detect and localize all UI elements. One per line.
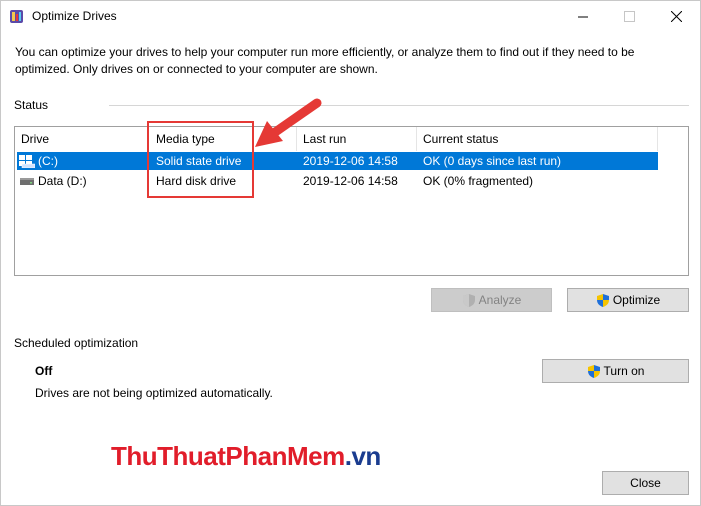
status-section-label: Status (14, 98, 49, 112)
column-header-drive[interactable]: Drive (15, 127, 148, 151)
scheduled-section-label: Scheduled optimization (14, 336, 139, 350)
drive-name: (C:) (38, 154, 58, 168)
turn-on-button[interactable]: Turn on (542, 359, 689, 383)
windows-drive-icon (19, 155, 35, 168)
schedule-state: Off (35, 364, 53, 378)
watermark-part: Thuat (157, 441, 226, 471)
shield-icon (587, 364, 600, 378)
last-run: 2019-12-06 14:58 (303, 154, 398, 168)
column-header-current-status[interactable]: Current status (417, 127, 658, 151)
hard-disk-icon (20, 178, 34, 185)
optimize-drives-app-icon (10, 10, 23, 23)
close-window-button[interactable] (653, 1, 699, 32)
watermark: ThuThuatPhanMem.vn (111, 441, 381, 472)
title-bar: Optimize Drives (1, 1, 700, 32)
current-status: OK (0% fragmented) (423, 174, 534, 188)
watermark-part: .vn (344, 441, 382, 471)
close-button-label: Close (630, 476, 661, 490)
optimize-button[interactable]: Optimize (567, 288, 689, 312)
window-title: Optimize Drives (32, 9, 117, 23)
optimize-drives-window: Optimize Drives You can optimize your dr… (0, 0, 701, 506)
status-divider (109, 105, 689, 106)
close-button[interactable]: Close (602, 471, 689, 495)
schedule-description: Drives are not being optimized automatic… (35, 386, 273, 400)
maximize-icon (623, 11, 635, 22)
drive-name: Data (D:) (38, 174, 87, 188)
drives-list[interactable]: Drive Media type Last run Current status… (14, 126, 689, 276)
analyze-button-label: Analyze (478, 293, 522, 307)
drives-list-header: Drive Media type Last run Current status (15, 127, 688, 151)
shield-icon (596, 293, 609, 307)
maximize-button (606, 1, 652, 32)
current-status: OK (0 days since last run) (423, 154, 562, 168)
annotation-arrow-icon (255, 98, 322, 147)
turn-on-button-label: Turn on (603, 364, 645, 378)
intro-text: You can optimize your drives to help you… (15, 45, 635, 76)
watermark-part: Thu (111, 441, 158, 471)
analyze-button: Analyze (431, 288, 552, 312)
close-icon (670, 11, 682, 22)
minimize-icon (577, 16, 588, 18)
media-type-highlight-box (147, 121, 254, 198)
watermark-part: PhanMem (225, 441, 345, 471)
drive-row-c[interactable]: (C:) Solid state drive 2019-12-06 14:58 … (17, 152, 658, 170)
shield-icon (462, 293, 475, 307)
drive-row-d[interactable]: Data (D:) Hard disk drive 2019-12-06 14:… (17, 172, 658, 190)
last-run: 2019-12-06 14:58 (303, 174, 398, 188)
minimize-button[interactable] (560, 1, 606, 32)
optimize-button-label: Optimize (612, 293, 661, 307)
